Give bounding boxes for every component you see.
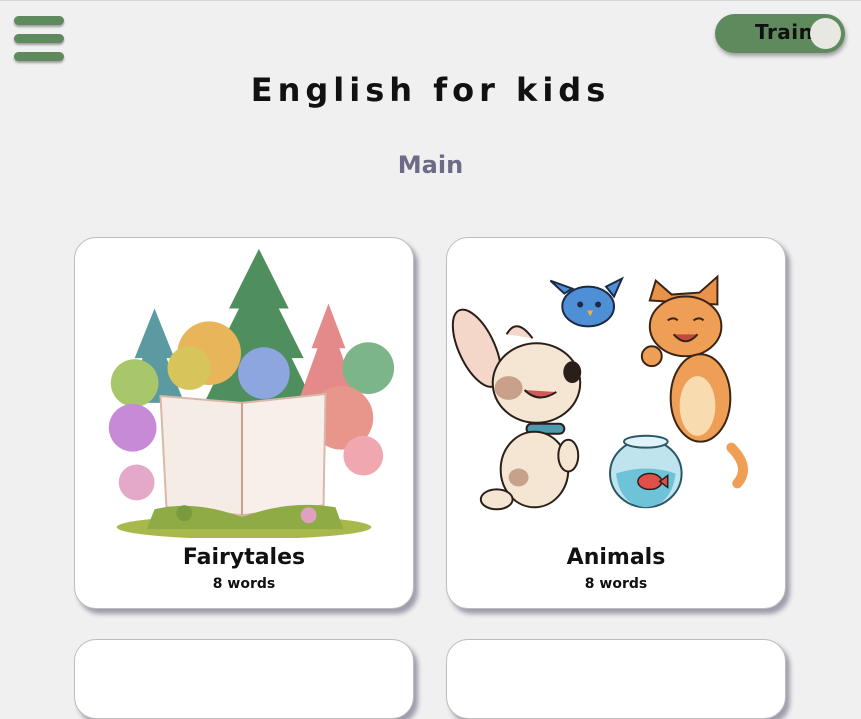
card-word-count: 8 words bbox=[584, 576, 648, 592]
storybook-forest-illustration bbox=[108, 248, 395, 538]
mode-toggle[interactable]: Train bbox=[715, 14, 845, 53]
card-title: Animals bbox=[566, 545, 666, 570]
dog-cat-bird-fishbowl-illustration bbox=[451, 274, 748, 511]
app-title: English for kids bbox=[250, 71, 611, 109]
page-heading: Main bbox=[397, 151, 464, 179]
mode-toggle-label: Train bbox=[755, 20, 814, 44]
category-card-animals[interactable]: Animals 8 words bbox=[446, 237, 786, 609]
category-card-partial[interactable] bbox=[74, 639, 414, 719]
category-card-partial[interactable] bbox=[446, 639, 786, 719]
toggle-knob bbox=[810, 18, 841, 49]
category-card-fairytales[interactable]: Fairytales 8 words bbox=[74, 237, 414, 609]
card-word-count: 8 words bbox=[212, 576, 276, 592]
menu-button[interactable] bbox=[14, 15, 66, 63]
card-title: Fairytales bbox=[182, 545, 306, 570]
